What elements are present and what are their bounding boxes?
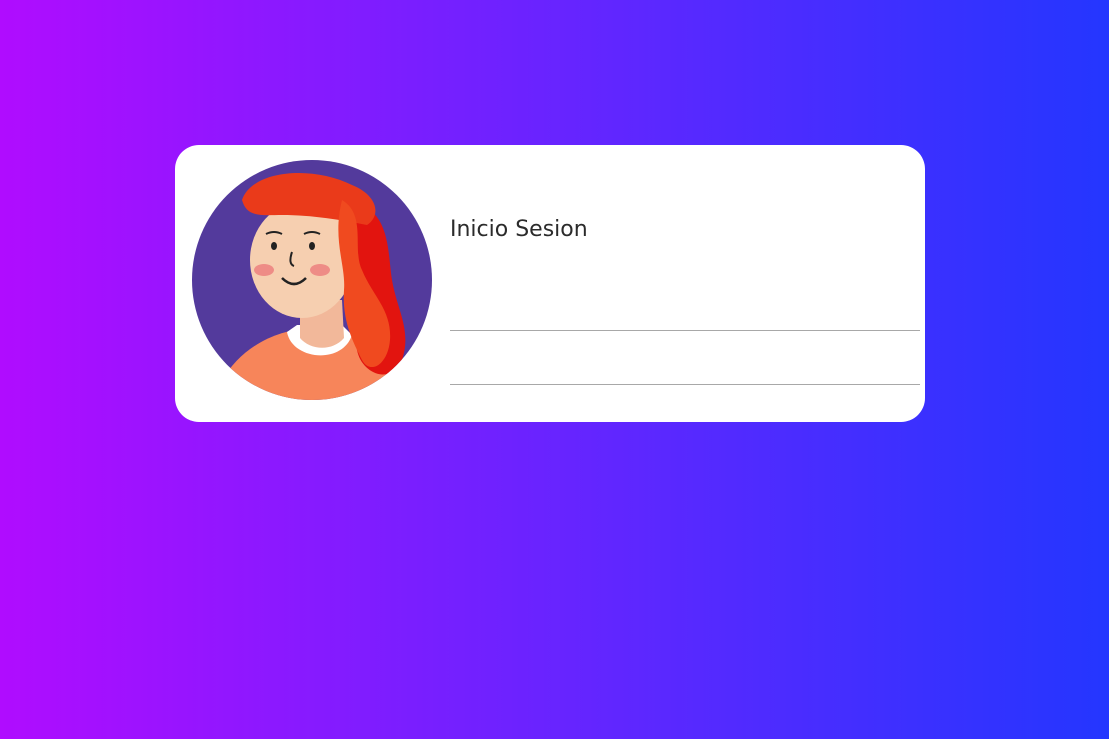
login-card: Inicio Sesion (175, 145, 925, 422)
password-field[interactable] (450, 351, 920, 385)
login-title: Inicio Sesion (450, 217, 588, 242)
username-field[interactable] (450, 297, 920, 331)
avatar (192, 160, 432, 400)
avatar-woman-red-hair-icon (192, 160, 432, 400)
login-form: Inicio Sesion (450, 215, 920, 385)
